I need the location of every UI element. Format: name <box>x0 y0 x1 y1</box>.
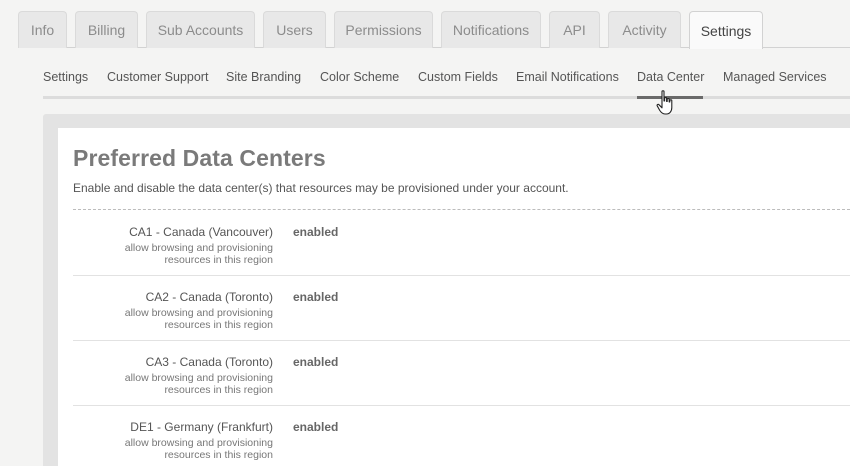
data-center-name: CA1 - Canada (Vancouver) <box>129 225 273 239</box>
subnav-managed-services[interactable]: Managed Services <box>723 70 827 84</box>
subnav-custom-fields[interactable]: Custom Fields <box>418 70 498 84</box>
page-description: Enable and disable the data center(s) th… <box>73 181 569 195</box>
data-center-status-toggle[interactable]: enabled <box>293 355 338 369</box>
data-center-hint: allow browsing and provisioning resource… <box>124 307 273 331</box>
data-center-name: CA3 - Canada (Toronto) <box>145 355 273 369</box>
data-center-row: CA1 - Canada (Vancouver) allow browsing … <box>73 211 850 276</box>
tab-users[interactable]: Users <box>263 11 326 48</box>
tab-billing[interactable]: Billing <box>75 11 138 48</box>
subnav-color-scheme[interactable]: Color Scheme <box>320 70 399 84</box>
data-center-hint: allow browsing and provisioning resource… <box>124 437 273 461</box>
top-tab-bar: Info Billing Sub Accounts Users Permissi… <box>0 0 850 49</box>
settings-subnav: Settings Customer Support Site Branding … <box>43 48 850 100</box>
data-center-row: CA2 - Canada (Toronto) allow browsing an… <box>73 276 850 341</box>
data-center-name: CA2 - Canada (Toronto) <box>145 290 273 304</box>
data-center-row: CA3 - Canada (Toronto) allow browsing an… <box>73 341 850 406</box>
dashed-divider <box>73 209 850 210</box>
tab-settings[interactable]: Settings <box>689 11 763 49</box>
subnav-data-center[interactable]: Data Center <box>637 70 704 84</box>
tab-activity[interactable]: Activity <box>608 11 681 48</box>
data-center-hint: allow browsing and provisioning resource… <box>124 372 273 396</box>
tab-info[interactable]: Info <box>18 11 67 48</box>
subnav-settings[interactable]: Settings <box>43 70 88 84</box>
data-center-hint: allow browsing and provisioning resource… <box>124 242 273 266</box>
tab-api[interactable]: API <box>549 11 600 48</box>
data-center-status-toggle[interactable]: enabled <box>293 420 338 434</box>
tab-permissions[interactable]: Permissions <box>334 11 433 48</box>
tab-sub-accounts[interactable]: Sub Accounts <box>146 11 255 48</box>
subnav-underline <box>43 96 850 99</box>
hand-pointer-icon <box>656 90 673 115</box>
data-center-status-toggle[interactable]: enabled <box>293 225 338 239</box>
data-center-name: DE1 - Germany (Frankfurt) <box>130 420 273 434</box>
data-center-row: DE1 - Germany (Frankfurt) allow browsing… <box>73 406 850 466</box>
page-title: Preferred Data Centers <box>73 145 326 171</box>
tab-notifications[interactable]: Notifications <box>441 11 541 48</box>
data-center-status-toggle[interactable]: enabled <box>293 290 338 304</box>
subnav-site-branding[interactable]: Site Branding <box>226 70 301 84</box>
subnav-email-notifications[interactable]: Email Notifications <box>516 70 619 84</box>
subnav-customer-support[interactable]: Customer Support <box>107 70 208 84</box>
